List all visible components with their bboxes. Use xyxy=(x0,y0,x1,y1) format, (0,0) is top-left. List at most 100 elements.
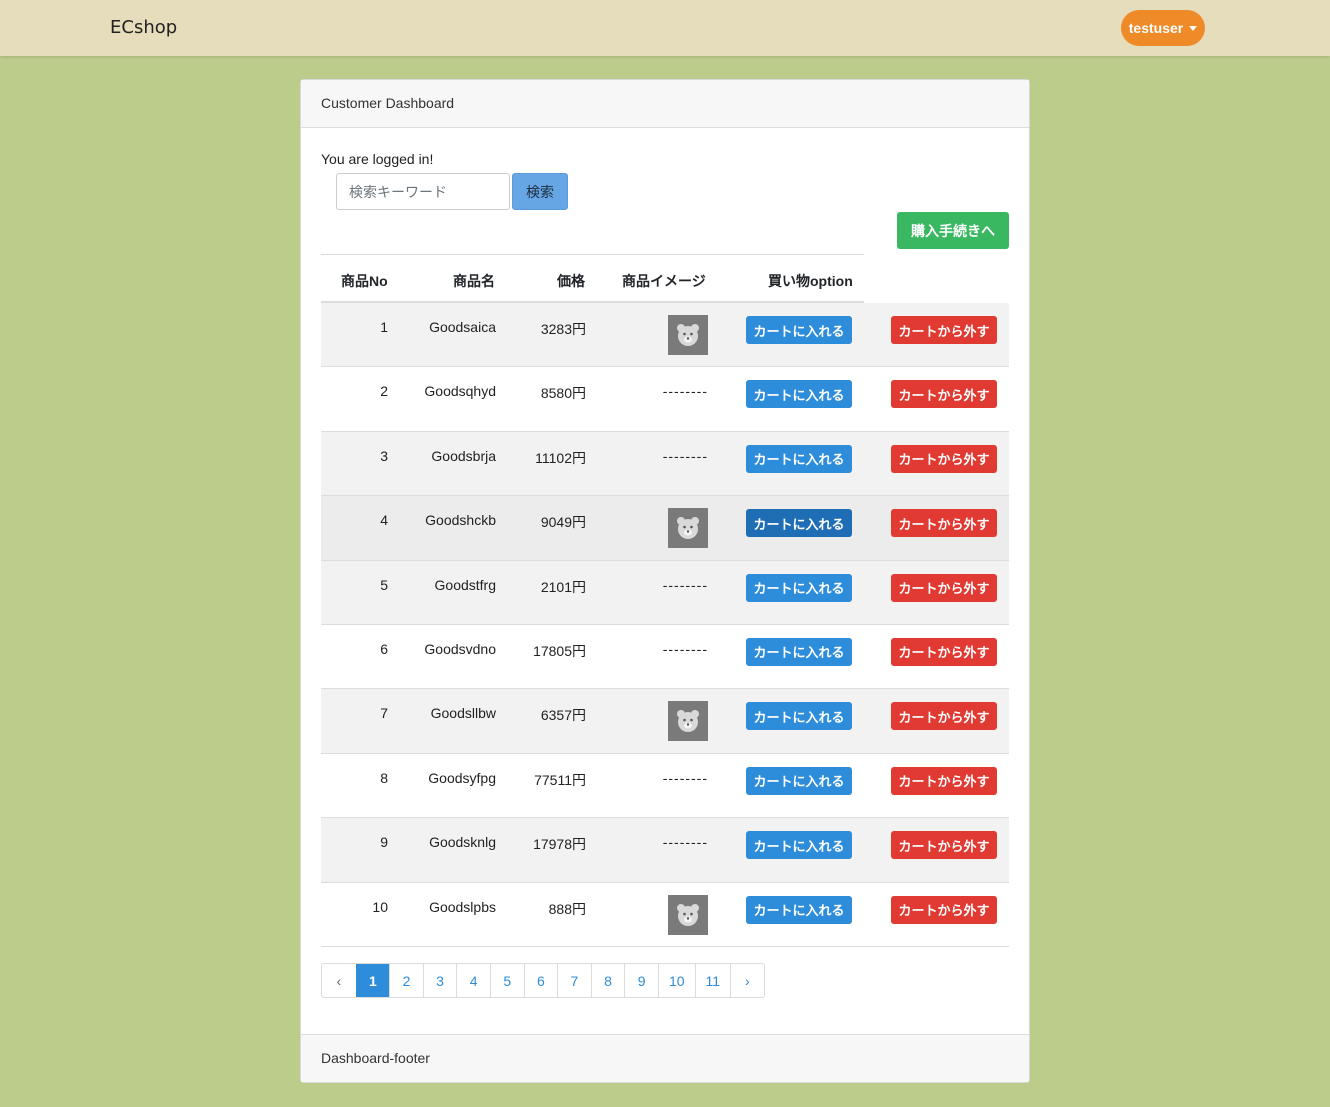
add-to-cart-button[interactable]: カートに入れる xyxy=(746,444,852,473)
header-product-image: 商品イメージ xyxy=(622,273,706,289)
table-row: 1 Goodsaica 3283円 カートに入れる カートから外す xyxy=(321,303,1009,368)
pagination-page-10[interactable]: 10 xyxy=(657,964,695,997)
product-price: 9049円 xyxy=(540,514,586,531)
table-row: 6 Goodsvdno 17805円 -------- カートに入れる カートから外す xyxy=(321,625,1009,690)
table-header: 商品No 商品名 価格 商品イメージ 買い物option xyxy=(321,254,864,303)
product-name: Goodsllbw xyxy=(430,705,496,722)
product-name: Goodslpbs xyxy=(429,898,496,915)
product-no: 9 xyxy=(380,834,388,851)
bear-thumbnail-image xyxy=(668,315,708,355)
product-no: 6 xyxy=(380,640,388,657)
bear-thumbnail-image xyxy=(668,508,708,549)
user-menu-button[interactable]: testuser xyxy=(1121,10,1205,46)
add-to-cart-button[interactable]: カートに入れる xyxy=(746,380,852,409)
product-price: 17978円 xyxy=(533,836,586,853)
product-no: 5 xyxy=(380,576,388,593)
product-no: 1 xyxy=(380,319,388,335)
card-header: Customer Dashboard xyxy=(301,80,1029,128)
remove-from-cart-button[interactable]: カートから外す xyxy=(891,380,997,409)
table-row: 2 Goodsqhyd 8580円 -------- カートに入れる カートから外す xyxy=(321,367,1009,432)
remove-from-cart-button[interactable]: カートから外す xyxy=(891,702,997,731)
pagination-page-7[interactable]: 7 xyxy=(557,964,591,997)
pagination-page-4[interactable]: 4 xyxy=(456,964,490,997)
product-price: 11102円 xyxy=(535,449,586,466)
no-image-placeholder: -------- xyxy=(662,640,708,657)
table-row: 4 Goodshckb 9049円 カートに入れる カートから外す xyxy=(321,496,1009,561)
table-row: 7 Goodsllbw 6357円 カートに入れる カートから外す xyxy=(321,689,1009,754)
pagination-page-11[interactable]: 11 xyxy=(694,964,731,997)
login-status: You are logged in! xyxy=(321,151,434,167)
product-name: Goodshckb xyxy=(425,512,496,529)
add-to-cart-button[interactable]: カートに入れる xyxy=(746,316,852,344)
add-to-cart-button[interactable]: カートに入れる xyxy=(746,766,852,795)
no-image-placeholder: -------- xyxy=(662,447,708,464)
product-name: Goodsbrja xyxy=(431,447,496,464)
pagination-page-6[interactable]: 6 xyxy=(523,964,558,997)
dashboard-card: Customer Dashboard You are logged in! 検索… xyxy=(300,79,1030,1083)
product-no: 7 xyxy=(380,705,388,722)
product-no: 3 xyxy=(380,447,388,464)
caret-down-icon xyxy=(1189,25,1198,31)
pagination-next-button[interactable]: › xyxy=(730,964,764,997)
pagination-page-8[interactable]: 8 xyxy=(590,964,625,997)
brand-logo[interactable]: ECshop xyxy=(110,17,177,38)
pagination-page-2[interactable]: 2 xyxy=(389,964,423,997)
table-row: 10 Goodslpbs 888円 カートに入れる カートから外す xyxy=(321,883,1009,947)
product-no: 2 xyxy=(380,383,388,400)
add-to-cart-button[interactable]: カートに入れる xyxy=(746,509,852,538)
product-price: 3283円 xyxy=(540,321,586,337)
pagination-page-9[interactable]: 9 xyxy=(624,964,658,997)
table-row: 5 Goodstfrg 2101円 -------- カートに入れる カートから外す xyxy=(321,560,1009,625)
user-name: testuser xyxy=(1128,20,1184,36)
header-product-name: 商品名 xyxy=(453,273,495,289)
product-price: 2101円 xyxy=(540,578,586,595)
table-row: 3 Goodsbrja 11102円 -------- カートに入れる カートから外す xyxy=(321,431,1009,497)
no-image-placeholder: -------- xyxy=(662,383,708,400)
product-price: 6357円 xyxy=(540,707,586,724)
remove-from-cart-button[interactable]: カートから外す xyxy=(891,573,997,602)
add-to-cart-button[interactable]: カートに入れる xyxy=(746,895,852,924)
product-name: Goodsvdno xyxy=(424,640,496,657)
product-name: Goodsqhyd xyxy=(424,383,496,400)
remove-from-cart-button[interactable]: カートから外す xyxy=(891,637,997,666)
add-to-cart-button[interactable]: カートに入れる xyxy=(746,573,852,602)
product-no: 4 xyxy=(380,512,388,529)
add-to-cart-button[interactable]: カートに入れる xyxy=(746,831,852,860)
header-price: 価格 xyxy=(557,273,585,289)
remove-from-cart-button[interactable]: カートから外す xyxy=(891,444,997,473)
pagination-page-5[interactable]: 5 xyxy=(489,964,524,997)
pagination-page-1[interactable]: 1 xyxy=(355,964,390,997)
remove-from-cart-button[interactable]: カートから外す xyxy=(891,316,997,344)
card-footer: Dashboard-footer xyxy=(301,1034,1029,1082)
pagination-page-3[interactable]: 3 xyxy=(422,964,457,997)
remove-from-cart-button[interactable]: カートから外す xyxy=(891,895,997,924)
no-image-placeholder: -------- xyxy=(662,576,708,593)
bear-thumbnail-image xyxy=(668,894,708,935)
remove-from-cart-button[interactable]: カートから外す xyxy=(891,766,997,795)
product-name: Goodsknlg xyxy=(429,834,496,851)
checkout-button[interactable]: 購入手続きへ xyxy=(897,212,1009,249)
product-table: 1 Goodsaica 3283円 カートに入れる カートから外す 2 Goodsqhyd 8… xyxy=(321,303,1009,947)
no-image-placeholder: -------- xyxy=(662,834,708,851)
search-button[interactable]: 検索 xyxy=(512,173,568,210)
top-navbar: ECshop testuser xyxy=(0,0,1330,56)
pagination-prev-button[interactable]: ‹ xyxy=(322,964,356,997)
product-name: Goodstfrg xyxy=(434,576,496,593)
remove-from-cart-button[interactable]: カートから外す xyxy=(891,509,997,538)
add-to-cart-button[interactable]: カートに入れる xyxy=(746,702,852,731)
table-row: 9 Goodsknlg 17978円 -------- カートに入れる カートから外す xyxy=(321,818,1009,883)
table-row: 8 Goodsyfpg 77511円 -------- カートに入れる カートから外す xyxy=(321,754,1009,819)
header-shopping-option: 買い物option xyxy=(768,273,853,289)
product-no: 8 xyxy=(380,769,388,786)
product-no: 10 xyxy=(372,898,388,915)
add-to-cart-button[interactable]: カートに入れる xyxy=(746,637,852,666)
no-image-placeholder: -------- xyxy=(662,769,708,786)
remove-from-cart-button[interactable]: カートから外す xyxy=(891,831,997,860)
pagination: ‹ 1 2 3 4 5 6 7 8 9 10 11 › xyxy=(321,963,765,998)
product-price: 17805円 xyxy=(533,642,586,659)
product-price: 77511円 xyxy=(534,771,586,788)
bear-thumbnail-image xyxy=(668,701,708,742)
product-price: 888円 xyxy=(548,900,586,917)
product-name: Goodsyfpg xyxy=(428,769,496,786)
search-input[interactable] xyxy=(336,173,510,210)
